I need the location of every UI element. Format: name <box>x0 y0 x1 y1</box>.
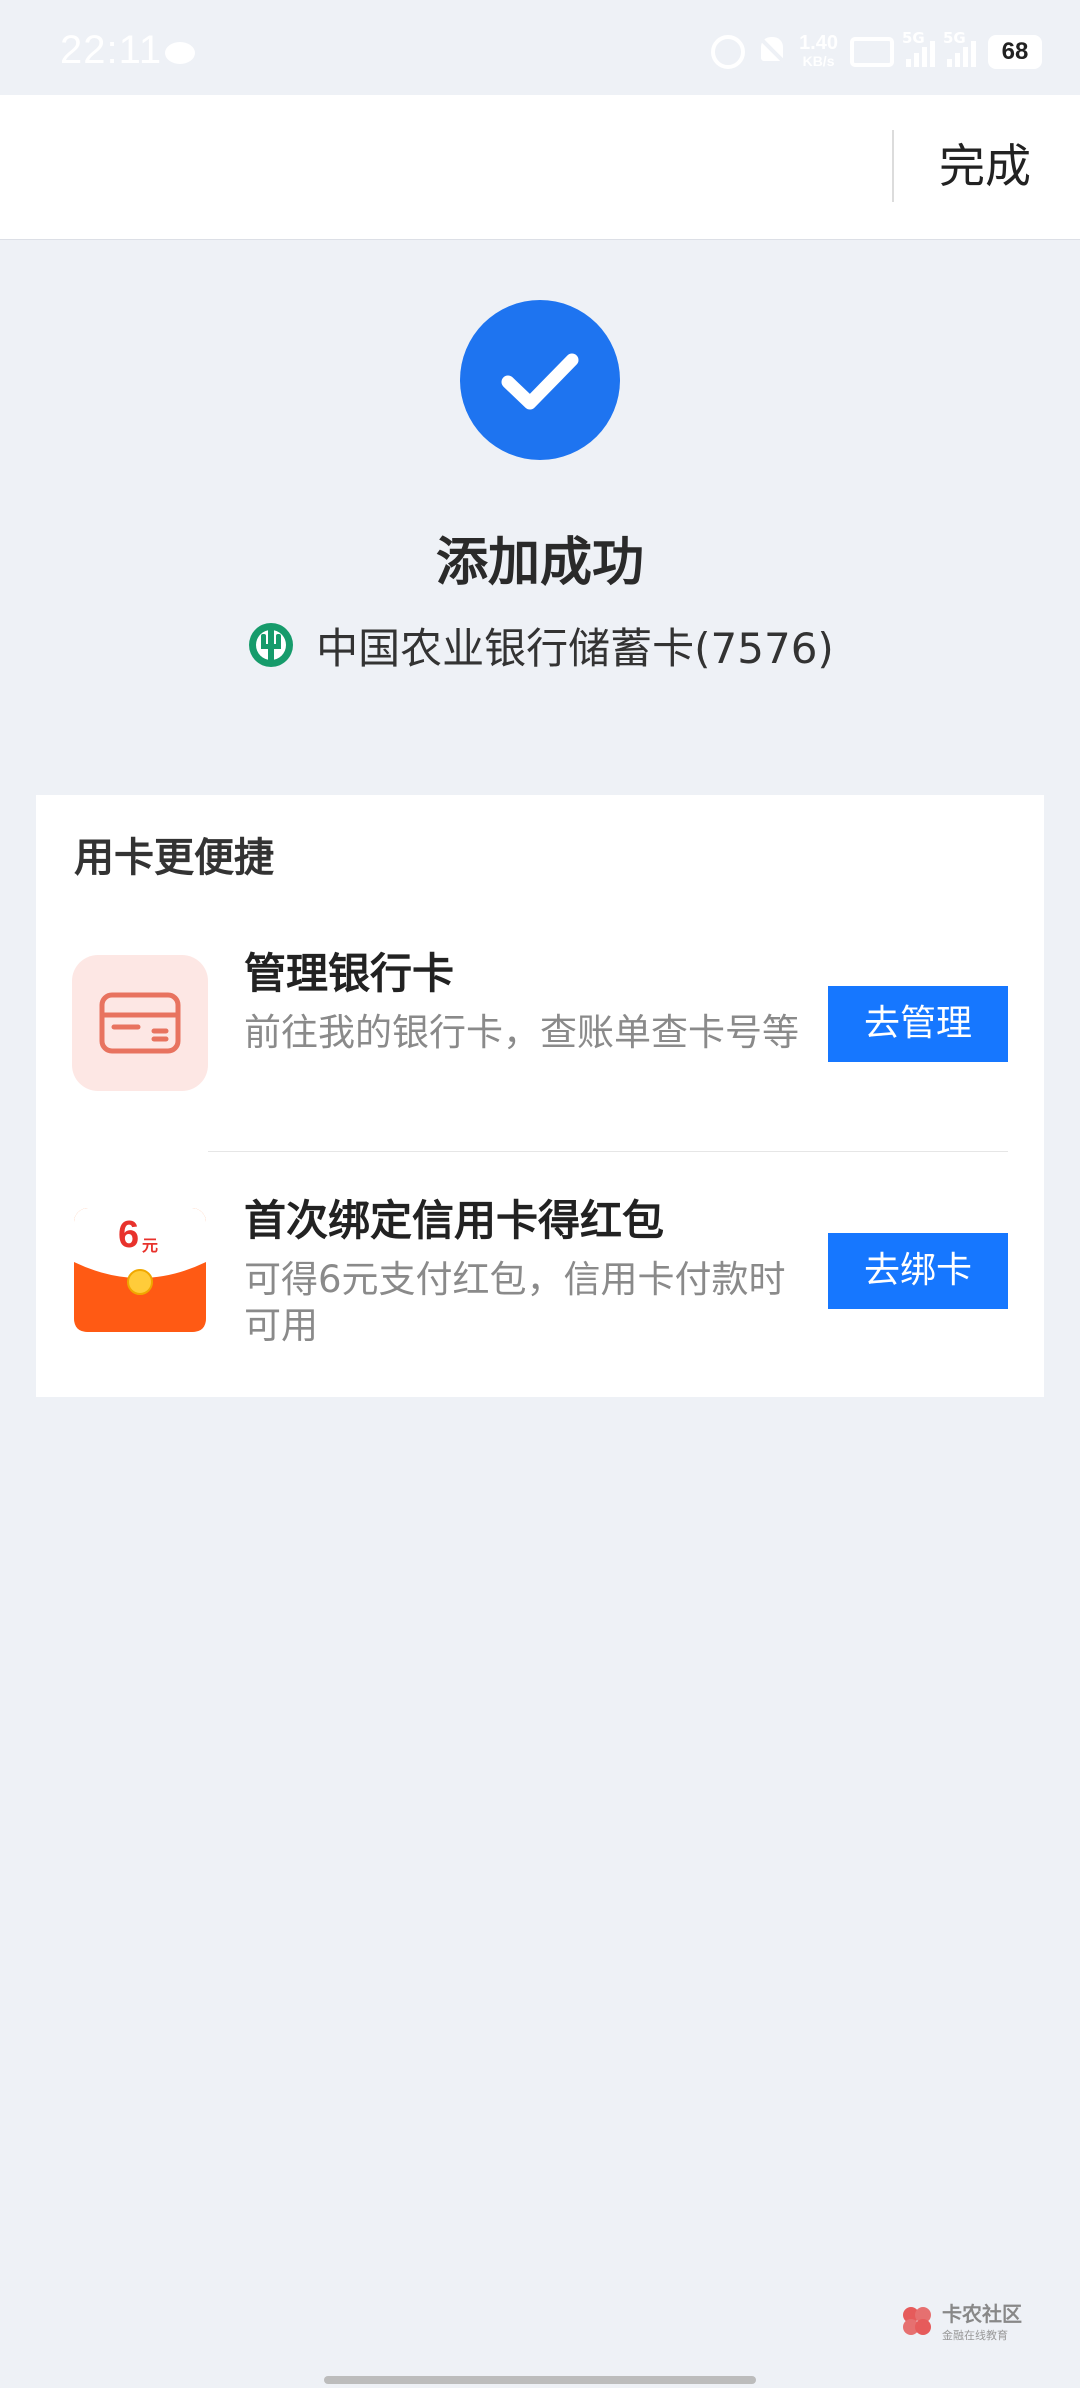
network-speed-unit: KB/s <box>802 53 835 69</box>
done-button[interactable]: 完成 <box>910 125 1060 207</box>
network-label-2: 5G <box>943 29 966 47</box>
watermark: 卡农社区 金融在线教育 <box>900 2298 1022 2343</box>
header-divider <box>892 130 894 202</box>
go-manage-button[interactable]: 去管理 <box>828 986 1008 1062</box>
status-time: 22:11 <box>60 28 163 72</box>
bank-card-name: 中国农业银行储蓄卡(7576) <box>316 623 834 673</box>
signal-icon-2: 5G <box>943 29 976 67</box>
manage-card-title: 管理银行卡 <box>244 949 455 998</box>
red-packet-icon: 6 元 <box>72 1202 208 1338</box>
top-bar: 完成 <box>0 95 1080 240</box>
red-packet-unit: 元 <box>142 1236 159 1255</box>
list-item-manage-card: 管理银行卡 前往我的银行卡，查账单查卡号等 去管理 <box>36 910 1044 1140</box>
watermark-title: 卡农社区 <box>942 2302 1022 2326</box>
watermark-subtitle: 金融在线教育 <box>942 2329 1008 2342</box>
watermark-logo-icon <box>903 2306 931 2335</box>
battery-indicator: 68 <box>988 35 1042 69</box>
abc-bank-logo-icon <box>249 623 294 667</box>
success-check-icon <box>460 300 620 460</box>
signal-icon-1: 5G <box>902 29 935 67</box>
success-title: 添加成功 <box>435 533 644 593</box>
bank-card-info: 中国农业银行储蓄卡(7576) <box>0 615 1080 675</box>
list-item-bind-credit-card: 6 元 首次绑定信用卡得红包 可得6元支付红包，信用卡付款时可用 去绑卡 <box>36 1157 1044 1387</box>
network-speed-value: 1.40 <box>799 32 838 54</box>
row-divider <box>208 1151 1008 1152</box>
hd-icon <box>850 37 894 67</box>
go-bind-card-button[interactable]: 去绑卡 <box>828 1233 1008 1309</box>
network-label-1: 5G <box>902 29 925 47</box>
status-bar: 22:11 1.40 KB/s 5G 5G 68 <box>0 0 1080 95</box>
convenience-card: 用卡更便捷 管理银行卡 前往我的银行卡，查账单查卡号等 去管理 6 元 首次绑定… <box>36 795 1044 1397</box>
bank-card-icon <box>72 955 208 1091</box>
card-section-title: 用卡更便捷 <box>74 835 274 881</box>
status-icons: 1.40 KB/s 5G 5G 68 <box>711 29 1042 72</box>
bind-card-title: 首次绑定信用卡得红包 <box>244 1196 665 1245</box>
bind-card-description: 可得6元支付红包，信用卡付款时可用 <box>244 1258 786 1347</box>
home-indicator[interactable] <box>324 2376 756 2384</box>
alarm-icon <box>711 35 746 69</box>
chat-notification-icon <box>165 42 195 64</box>
mute-bell-icon <box>757 35 787 69</box>
red-packet-amount: 6 <box>118 1214 140 1256</box>
network-speed: 1.40 KB/s <box>799 32 838 70</box>
manage-card-description: 前往我的银行卡，查账单查卡号等 <box>244 1011 799 1054</box>
